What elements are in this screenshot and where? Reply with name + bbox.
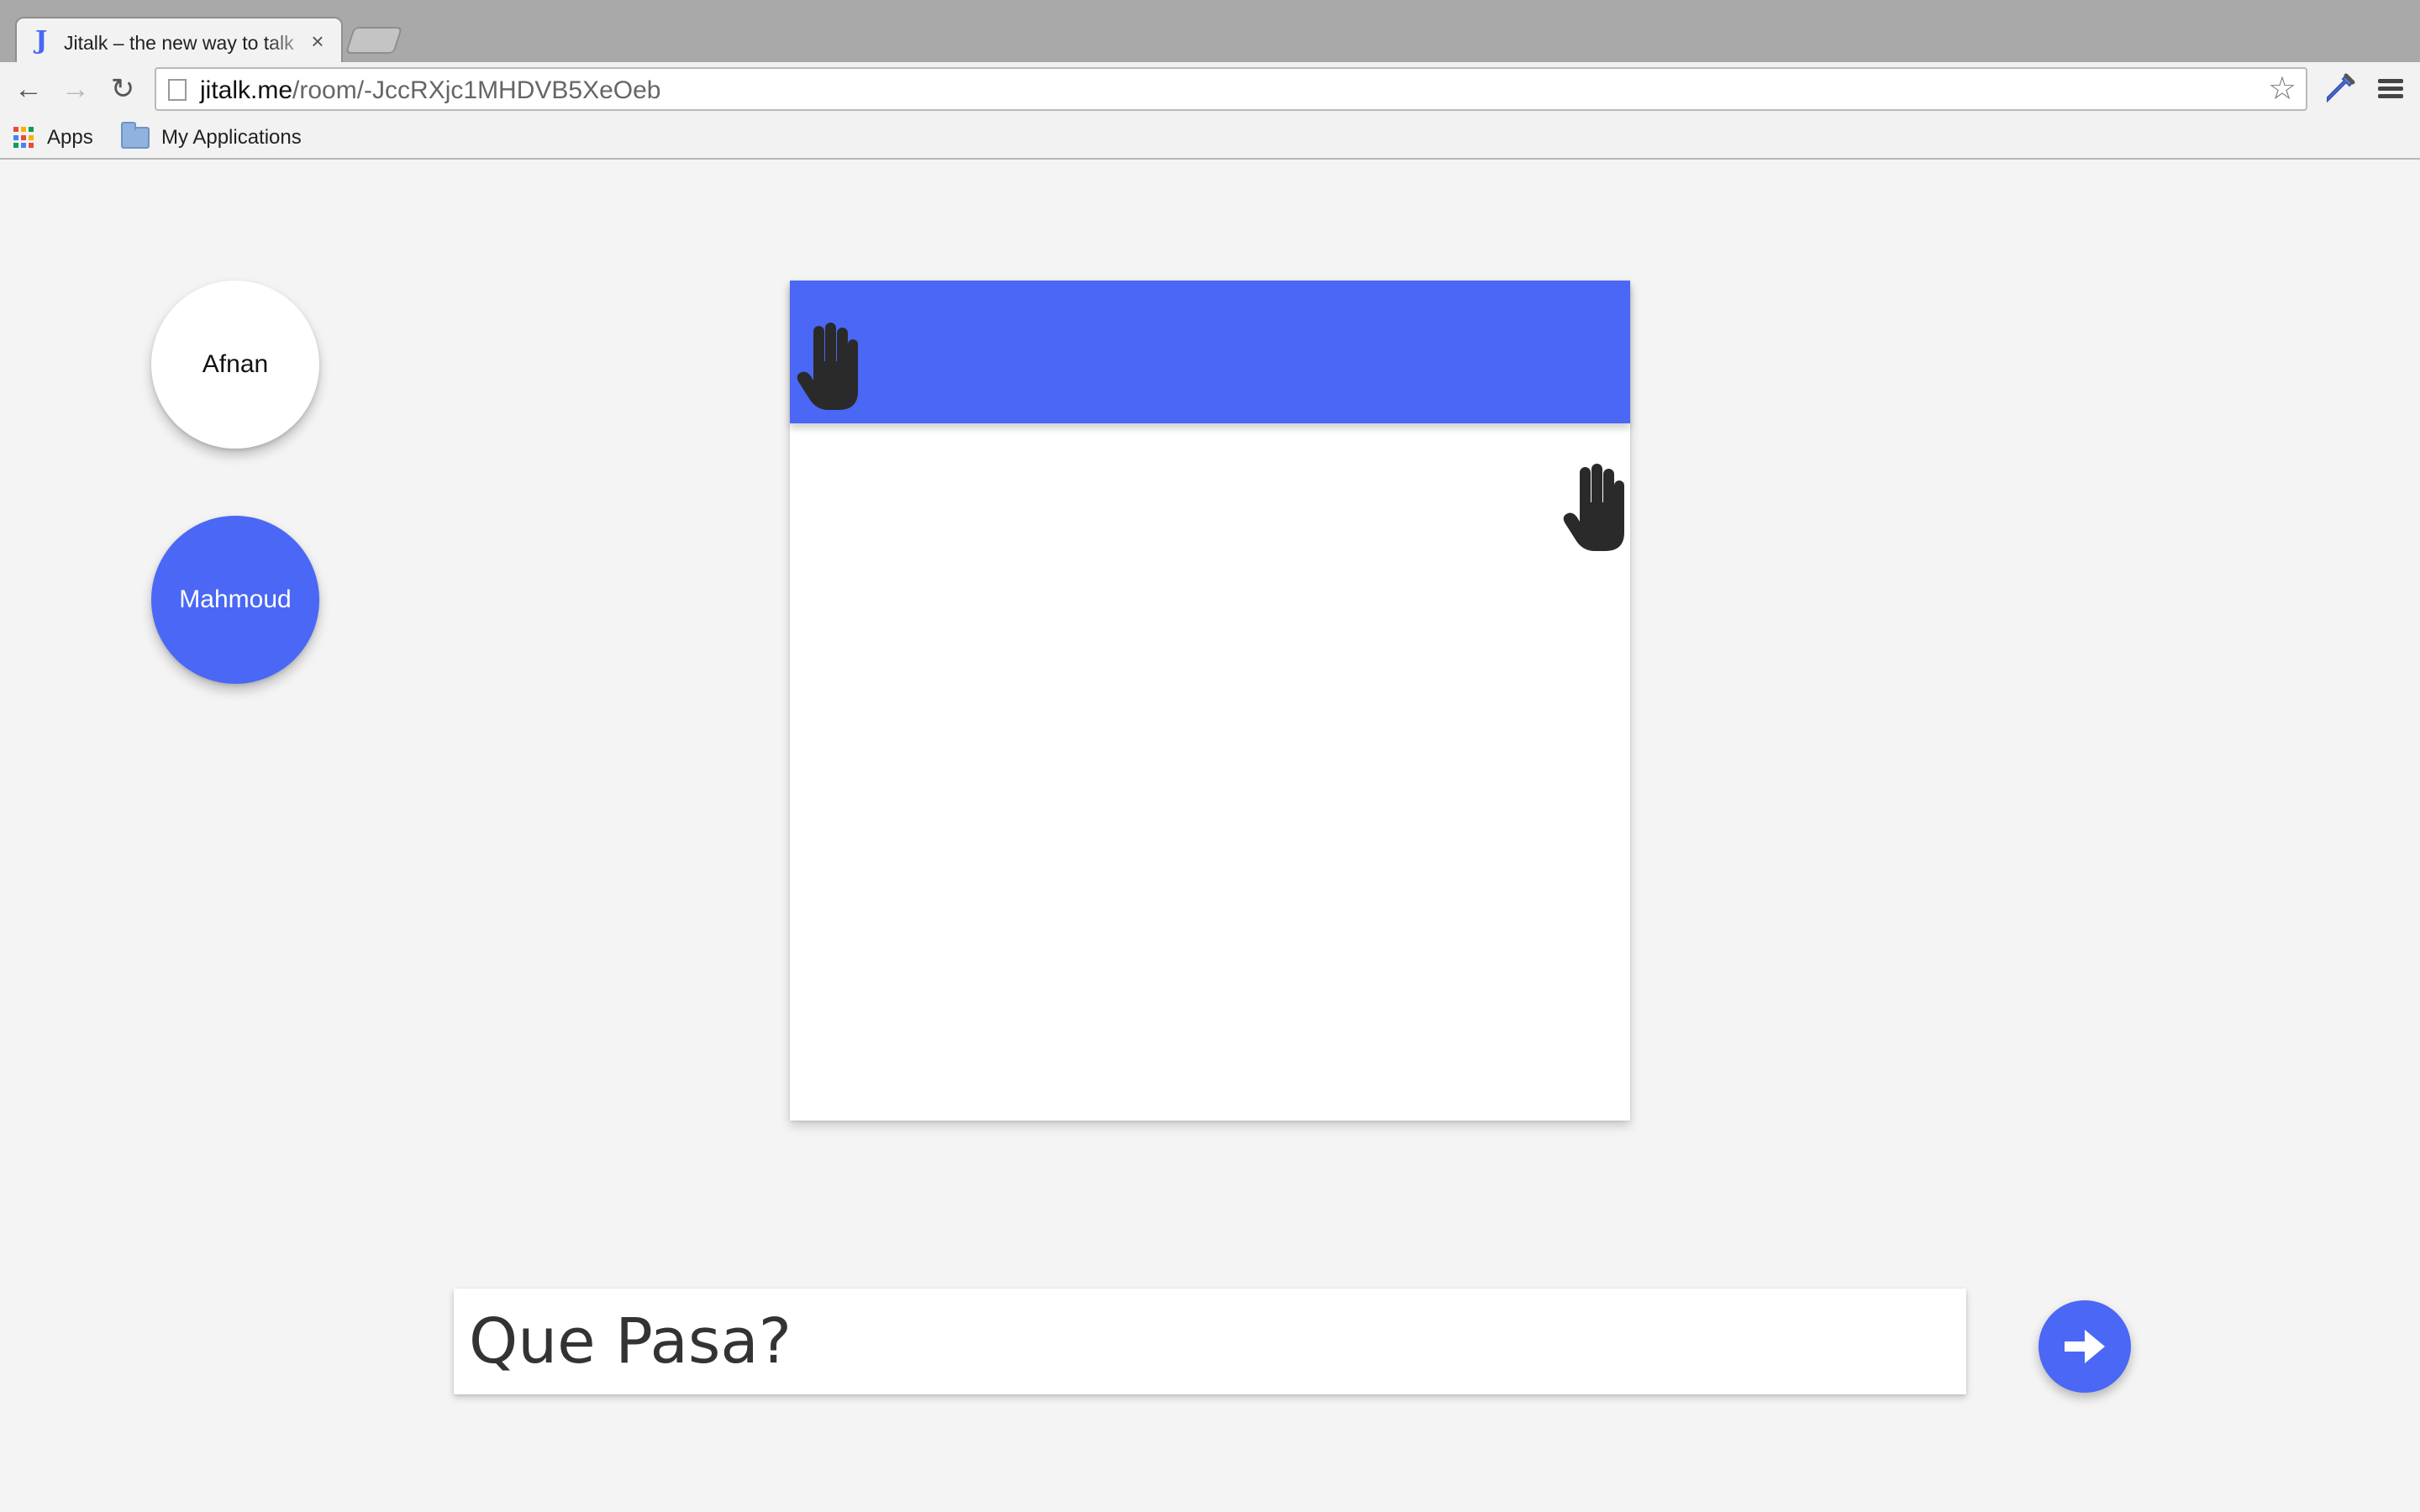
tab-close-icon[interactable]: × xyxy=(306,29,329,54)
arrow-right-icon xyxy=(2065,1330,2105,1363)
jitalk-favicon-icon: J xyxy=(35,26,48,55)
message-input[interactable] xyxy=(454,1289,1966,1394)
eyedropper-extension-icon[interactable] xyxy=(2321,71,2358,108)
chat-room xyxy=(790,281,1630,1121)
bookmark-my-applications[interactable]: My Applications xyxy=(121,122,302,153)
reload-icon[interactable]: ↻ xyxy=(104,71,141,108)
browser-chrome: J Jitalk – the new way to talk × ← → ↻ j… xyxy=(0,0,2420,160)
bookmarks-bar: Apps My Applications xyxy=(0,118,2420,160)
bookmark-apps[interactable]: Apps xyxy=(13,123,93,153)
browser-toolbar: ← → ↻ jitalk.me/room/-JccRXjc1MHDVB5XeOe… xyxy=(0,62,2420,118)
bookmark-label: My Applications xyxy=(161,126,302,149)
address-bar[interactable]: jitalk.me/room/-JccRXjc1MHDVB5XeOeb ☆ xyxy=(155,67,2307,111)
folder-icon xyxy=(121,122,150,149)
url-text: jitalk.me/room/-JccRXjc1MHDVB5XeOeb xyxy=(200,76,661,106)
bookmark-label: Apps xyxy=(47,126,93,149)
raised-hand-icon[interactable] xyxy=(1563,462,1630,553)
user-mahmoud[interactable]: Mahmoud xyxy=(151,516,319,684)
apps-grid-icon xyxy=(13,127,35,149)
back-arrow-icon[interactable]: ← xyxy=(10,71,47,108)
url-host: jitalk.me xyxy=(200,76,293,104)
new-tab-button[interactable] xyxy=(345,27,403,54)
browser-tab[interactable]: J Jitalk – the new way to talk × xyxy=(15,17,343,64)
page-icon xyxy=(168,79,187,101)
tab-title: Jitalk – the new way to talk xyxy=(64,32,294,54)
url-path: /room/-JccRXjc1MHDVB5XeOeb xyxy=(292,76,661,104)
browser-menu-icon[interactable] xyxy=(2371,71,2408,108)
forward-arrow-icon[interactable]: → xyxy=(57,71,94,108)
room-header xyxy=(790,281,1630,423)
raised-hand-icon[interactable] xyxy=(797,321,864,412)
tab-strip: J Jitalk – the new way to talk × xyxy=(0,0,2420,64)
bookmark-star-icon[interactable]: ☆ xyxy=(2265,72,2299,106)
user-afnan[interactable]: Afnan xyxy=(151,281,319,449)
send-button[interactable] xyxy=(2039,1300,2131,1393)
